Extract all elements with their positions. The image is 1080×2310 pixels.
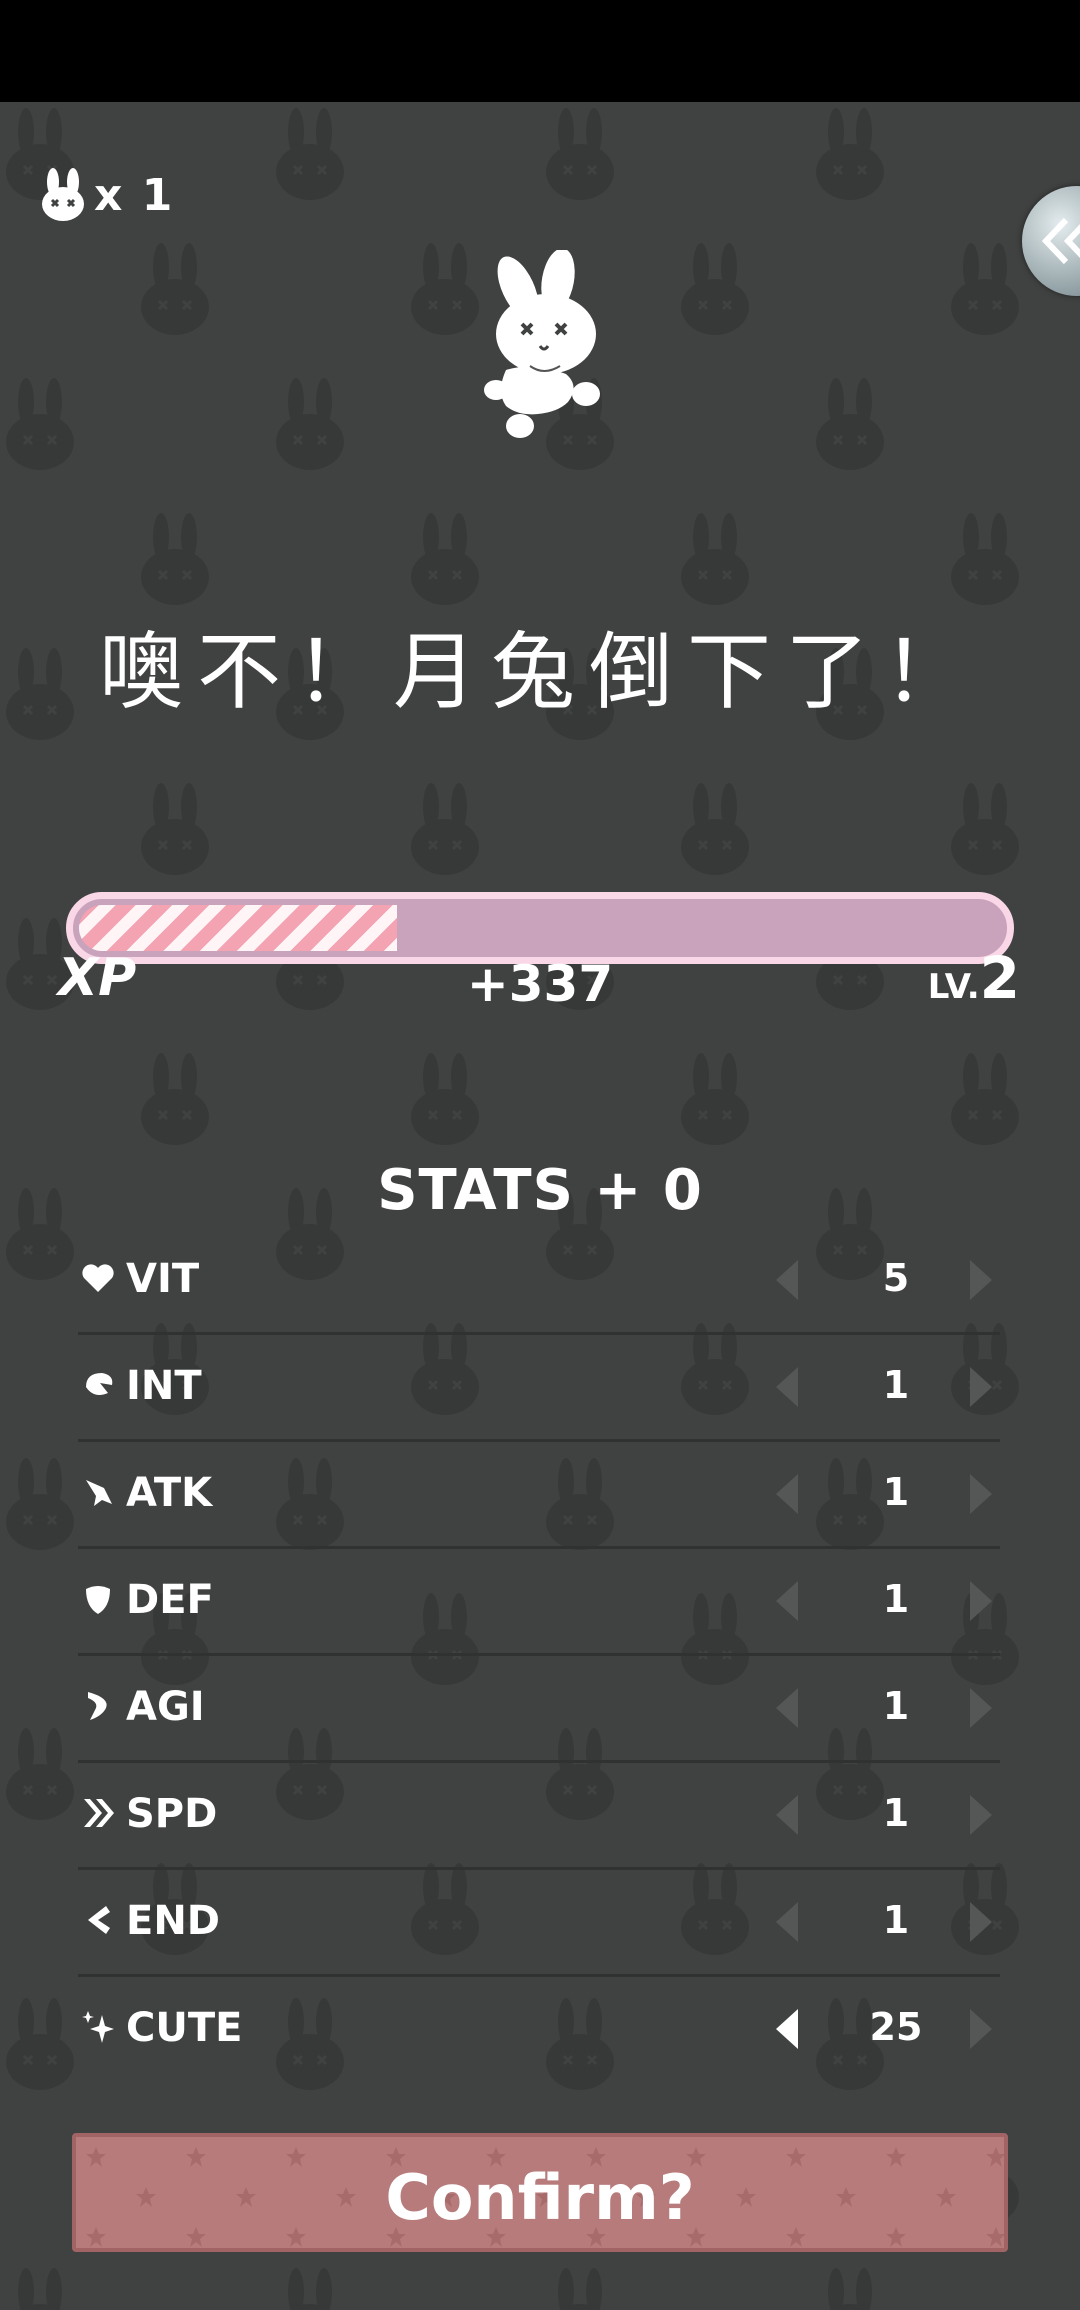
increase-atk-button[interactable] (960, 1470, 1000, 1518)
stat-name: END (126, 1898, 221, 1944)
confirm-label: Confirm? (385, 2161, 695, 2234)
decrease-int-button[interactable] (768, 1363, 808, 1411)
stat-name: ATK (126, 1470, 213, 1516)
stat-row-agi: AGI 1 (78, 1656, 1000, 1763)
level-value: 2 (979, 944, 1020, 1012)
stat-row-def: DEF 1 (78, 1549, 1000, 1656)
stat-value: 1 (882, 1684, 910, 1728)
stat-name: VIT (126, 1256, 200, 1302)
decrease-agi-button[interactable] (768, 1684, 808, 1732)
stat-name: AGI (126, 1684, 205, 1730)
stat-name: CUTE (126, 2005, 243, 2051)
agility-icon (88, 1692, 107, 1720)
sparkle-icon (82, 2011, 114, 2043)
stat-row-end: END 1 (78, 1870, 1000, 1977)
level-prefix: LV. (927, 967, 980, 1007)
stat-row-int: INT 1 (78, 1335, 1000, 1442)
stat-row-vit: VIT 5 (78, 1228, 1000, 1335)
defeat-title: 噢不！月兔倒下了！ (98, 623, 981, 721)
fallen-bunny-mascot (460, 248, 620, 444)
decrease-vit-button[interactable] (768, 1256, 808, 1304)
decrease-cute-button[interactable] (768, 2005, 808, 2053)
stat-name: DEF (126, 1577, 214, 1623)
increase-def-button[interactable] (960, 1577, 1000, 1625)
stat-value: 1 (882, 1577, 910, 1621)
stat-row-atk: ATK 1 (78, 1442, 1000, 1549)
endurance-icon (88, 1906, 110, 1934)
increase-spd-button[interactable] (960, 1791, 1000, 1839)
increase-cute-button[interactable] (960, 2005, 1000, 2053)
increase-vit-button[interactable] (960, 1256, 1000, 1304)
stats-list: VIT 5 INT 1 ATK 1 DEF 1 AGI 1 SPD 1 END … (78, 1228, 1000, 2084)
stat-value: 1 (882, 1791, 910, 1835)
stat-name: INT (126, 1363, 202, 1409)
decrease-end-button[interactable] (768, 1898, 808, 1946)
stats-header: STATS + 0 (377, 1158, 703, 1223)
stat-value: 25 (869, 2005, 923, 2049)
decrease-def-button[interactable] (768, 1577, 808, 1625)
stat-value: 5 (882, 1256, 910, 1300)
stat-row-cute: CUTE 25 (78, 1977, 1000, 2084)
stat-row-spd: SPD 1 (78, 1763, 1000, 1870)
increase-end-button[interactable] (960, 1898, 1000, 1946)
lives-count: x 1 (94, 169, 175, 221)
heart-icon (82, 1264, 114, 1292)
lives-counter: x 1 (40, 168, 174, 222)
brain-icon (86, 1373, 113, 1395)
stat-value: 1 (882, 1898, 910, 1942)
decrease-spd-button[interactable] (768, 1791, 808, 1839)
bunny-head-icon (42, 168, 84, 221)
double-chevron-left-icon (1041, 217, 1080, 265)
decrease-atk-button[interactable] (768, 1470, 808, 1518)
double-chevron-icon (84, 1799, 114, 1827)
shield-icon (86, 1586, 110, 1614)
stat-value: 1 (882, 1363, 910, 1407)
xp-progress-fill (79, 905, 397, 951)
level-indicator: LV.2 (928, 944, 1020, 1012)
sword-icon (86, 1480, 112, 1506)
increase-int-button[interactable] (960, 1363, 1000, 1411)
xp-progress-bar (66, 892, 1014, 964)
confirm-button[interactable]: Confirm? (72, 2133, 1008, 2252)
xp-gain: +337 (466, 955, 614, 1013)
stat-name: SPD (126, 1791, 218, 1837)
increase-agi-button[interactable] (960, 1684, 1000, 1732)
stat-value: 1 (882, 1470, 910, 1514)
status-bar (0, 0, 1080, 102)
